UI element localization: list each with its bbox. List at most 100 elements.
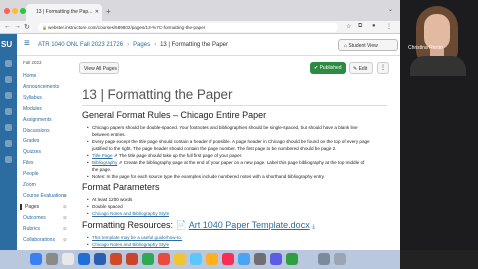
extensions-icon[interactable]: ⧉ xyxy=(358,23,362,30)
dashboard-icon[interactable] xyxy=(5,76,12,83)
settings-icon[interactable] xyxy=(254,253,266,265)
account-icon[interactable] xyxy=(5,60,12,67)
course-nav-item-files[interactable]: Files xyxy=(23,160,34,166)
edit-button[interactable]: ✎ Edit xyxy=(349,62,373,74)
chevron-down-icon[interactable]: ⌄ xyxy=(388,6,393,13)
more-options-icon[interactable]: ⋮ xyxy=(377,62,389,74)
messages-icon[interactable] xyxy=(190,253,202,265)
hidden-eye-icon[interactable]: ⊘ xyxy=(63,215,67,221)
list-item: Notes: In the page for each source type … xyxy=(87,173,325,180)
resources-heading-text: Formatting Resources: xyxy=(82,220,174,230)
url-field[interactable]: 🔒 webster.instructure.com/courses/589802… xyxy=(38,23,338,32)
breadcrumb-course[interactable]: ATR 1040 ONL Fall 2023 21726 xyxy=(38,42,123,48)
breadcrumb-current: 13 | Formatting the Paper xyxy=(160,42,229,48)
app-icon[interactable] xyxy=(270,253,282,265)
student-view-label: Student View xyxy=(348,43,378,49)
title-divider xyxy=(82,105,387,106)
breadcrumb-pages[interactable]: Pages xyxy=(133,42,150,48)
school-logo[interactable]: SU xyxy=(1,40,12,49)
star-icon[interactable]: ☆ xyxy=(346,23,351,30)
forward-icon[interactable]: → xyxy=(14,23,21,30)
list-item-continued: between entries. xyxy=(92,132,126,137)
close-tab-icon[interactable]: ✕ xyxy=(95,9,99,15)
hidden-eye-icon[interactable]: ⊘ xyxy=(63,193,67,199)
launchpad-icon[interactable] xyxy=(46,253,58,265)
downloads-icon[interactable] xyxy=(318,253,330,265)
course-nav-item-syllabus[interactable]: Syllabus xyxy=(23,95,42,101)
chicago-style-link-2[interactable]: Chicago Notes and Bibliography Style xyxy=(92,242,169,247)
word-icon[interactable] xyxy=(94,253,106,265)
hidden-eye-icon[interactable]: ⊘ xyxy=(63,226,67,232)
list-item: This template may be a useful guide/how-… xyxy=(87,234,182,241)
hamburger-menu-icon[interactable]: ≡ xyxy=(24,38,30,49)
title-page-link[interactable]: Title Page xyxy=(92,153,113,158)
history-icon[interactable] xyxy=(5,140,12,147)
course-nav-item-discussions[interactable]: Discussions xyxy=(23,128,50,134)
excel-icon[interactable] xyxy=(142,253,154,265)
reload-icon[interactable]: ↻ xyxy=(24,23,30,31)
course-nav-item-assignments[interactable]: Assignments xyxy=(23,117,52,123)
course-nav-item-outcomes[interactable]: Outcomes xyxy=(23,215,46,221)
profile-icon[interactable]: ● xyxy=(372,23,376,29)
published-button[interactable]: ✔ Published xyxy=(310,62,346,74)
course-nav-item-course-evaluations[interactable]: Course Evaluations xyxy=(23,193,66,199)
bibliography-text: Create the bibliography page at the end … xyxy=(122,160,365,165)
music-icon[interactable] xyxy=(222,253,234,265)
address-bar-row: ← → ↻ 🔒 webster.instructure.com/courses/… xyxy=(0,21,400,34)
url-text: webster.instructure.com/courses/589802/p… xyxy=(48,25,206,30)
template-docx-link[interactable]: Art 1040 Paper Template.docx xyxy=(189,220,310,230)
list-item-continued: justified to the right. The page header … xyxy=(92,146,337,151)
zoom-icon[interactable] xyxy=(78,253,90,265)
course-nav-item-collaborations[interactable]: Collaborations xyxy=(23,237,55,243)
calendar-icon[interactable] xyxy=(5,108,12,115)
more-icon[interactable]: ⋮ xyxy=(386,23,392,30)
help-icon[interactable] xyxy=(5,156,12,163)
course-nav-item-announcements[interactable]: Announcements xyxy=(23,84,59,90)
browser-tab[interactable]: 13 | Formatting the Pap... ✕ xyxy=(26,4,102,21)
list-item-title-page: Title Page ⇗ The title page should take … xyxy=(87,152,242,159)
acrobat-icon[interactable] xyxy=(126,253,138,265)
safari-icon[interactable] xyxy=(62,253,74,265)
course-nav-item-zoom[interactable]: Zoom xyxy=(23,182,36,188)
view-all-pages-button[interactable]: View All Pages xyxy=(79,62,119,74)
powerpoint-icon[interactable] xyxy=(110,253,122,265)
webcam-feed xyxy=(400,0,478,250)
new-tab-icon[interactable]: + xyxy=(106,7,111,16)
hidden-eye-icon[interactable]: ⊘ xyxy=(63,204,67,210)
list-item: Every page except the title page should … xyxy=(87,138,370,145)
section-heading-general: General Format Rules – Chicago Entire Pa… xyxy=(82,110,267,120)
global-nav: SU xyxy=(0,34,17,250)
chrome-icon[interactable] xyxy=(238,253,250,265)
course-nav-item-rubrics[interactable]: Rubrics xyxy=(23,226,40,232)
photos-icon[interactable] xyxy=(206,253,218,265)
inbox-icon[interactable] xyxy=(5,124,12,131)
canvas-page: SU ≡ ATR 1040 ONL Fall 2023 21726 › Pages ›… xyxy=(0,34,400,250)
chicago-style-link[interactable]: Chicago Notes and Bibliography Style xyxy=(92,211,169,216)
download-icon[interactable]: ⤓ xyxy=(312,224,315,230)
close-window-icon[interactable] xyxy=(4,8,10,14)
notes-icon[interactable] xyxy=(174,253,186,265)
section-heading-formatting-resources: Formatting Resources: 📄 Art 1040 Paper T… xyxy=(82,220,315,231)
facetime-icon[interactable] xyxy=(286,253,298,265)
student-view-icon: ⌂ xyxy=(344,43,348,49)
list-item: Chicago Notes and Bibliography Style xyxy=(87,241,169,248)
minimize-window-icon[interactable] xyxy=(12,8,18,14)
bibliography-link[interactable]: Bibliography xyxy=(92,160,117,165)
student-view-button[interactable]: ⌂ Student View xyxy=(338,39,398,51)
course-nav-item-home[interactable]: Home xyxy=(23,73,36,79)
browser-tab-bar: 13 | Formatting the Pap... ✕ + ⌄ xyxy=(0,0,400,21)
course-nav-item-people[interactable]: People xyxy=(23,171,39,177)
calendar-app-icon[interactable] xyxy=(158,253,170,265)
hidden-eye-icon[interactable]: ⊘ xyxy=(63,237,67,243)
course-nav-item-quizzes[interactable]: Quizzes xyxy=(23,149,41,155)
webcam-body xyxy=(410,56,466,76)
template-guide-link[interactable]: This template may be a useful guide/how-… xyxy=(92,235,182,240)
back-icon[interactable]: ← xyxy=(4,23,11,30)
course-nav-item-grades[interactable]: Grades xyxy=(23,138,39,144)
course-nav-item-modules[interactable]: Modules xyxy=(23,106,42,112)
dock xyxy=(0,250,400,269)
published-label: Published xyxy=(319,65,342,71)
courses-icon[interactable] xyxy=(5,92,12,99)
finder-icon[interactable] xyxy=(30,253,42,265)
trash-icon[interactable] xyxy=(334,253,346,265)
